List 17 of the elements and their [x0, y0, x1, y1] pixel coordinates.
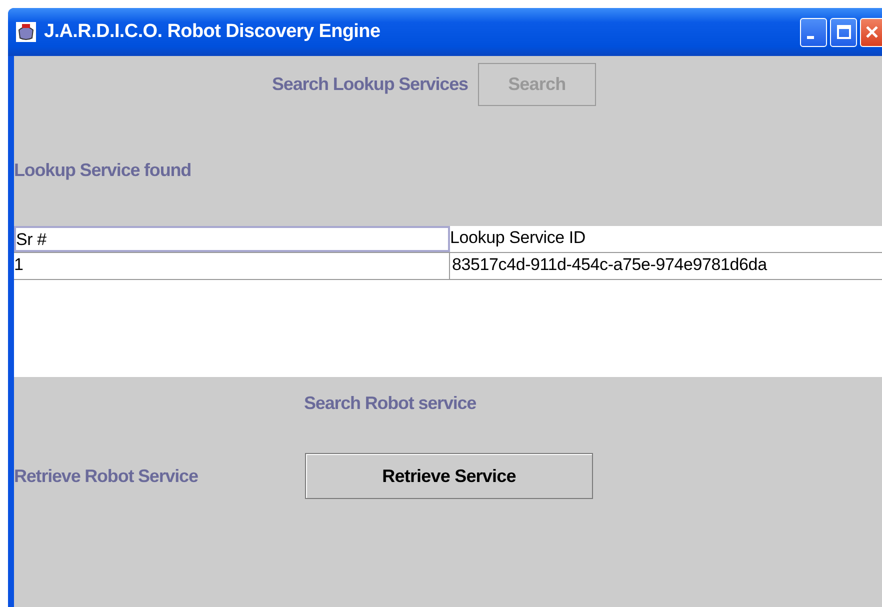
minimize-button[interactable]: [800, 18, 827, 46]
maximize-button[interactable]: [830, 18, 857, 46]
column-header[interactable]: Sr #: [14, 226, 450, 252]
table-cell: 83517c4d-911d-454c-a75e-974e9781d6da: [450, 252, 882, 279]
window-title: J.A.R.D.I.C.O. Robot Discovery Engine: [44, 21, 382, 43]
retrieve-service-button[interactable]: Retrieve Service: [305, 453, 593, 499]
column-header[interactable]: Lookup Service ID: [450, 226, 882, 252]
close-button[interactable]: [860, 18, 882, 46]
close-icon: [864, 24, 880, 40]
retrieve-label: Retrieve Robot Service: [14, 466, 199, 486]
section-label: Search Lookup Services: [272, 74, 468, 94]
table-cell: 1: [14, 252, 450, 279]
maximize-icon: [836, 24, 852, 40]
app-icon: [16, 22, 36, 42]
section-title: Search Robot service: [304, 392, 476, 414]
minimize-icon: [807, 36, 814, 38]
section-label: Lookup Service found: [14, 160, 192, 180]
